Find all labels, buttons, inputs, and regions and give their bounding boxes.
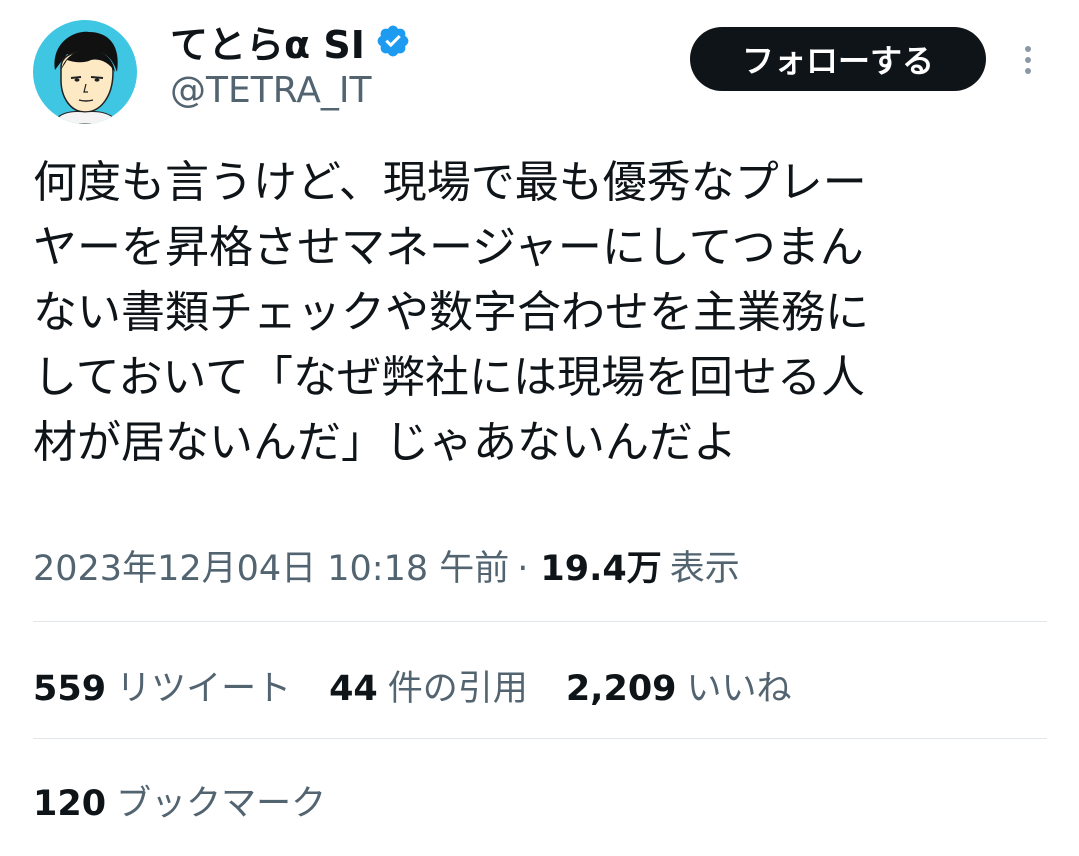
divider (33, 738, 1047, 739)
tweet-timestamp[interactable]: 2023年12月04日 10:18 午前 (33, 540, 509, 591)
views-count: 19.4万 (540, 549, 662, 589)
likes-count: 2,209 (565, 669, 677, 709)
more-options-icon[interactable] (1008, 38, 1048, 82)
quotes-stat[interactable]: 44 件の引用 (329, 660, 528, 711)
author-display-name[interactable]: てとらα SI (170, 14, 365, 69)
tweet-text-line: 何度も言うけど、現場で最も優秀なプレー (33, 157, 867, 208)
likes-stat[interactable]: 2,209 いいね (566, 660, 792, 711)
tweet-text-line: しておいて「なぜ弊社には現場を回せる人 (33, 352, 866, 403)
verified-badge-icon[interactable] (375, 23, 411, 59)
retweets-label: リツイート (116, 669, 292, 709)
more-dot (1025, 57, 1031, 63)
avatar[interactable] (33, 20, 137, 124)
quotes-label: 件の引用 (387, 669, 528, 709)
bookmarks-label: ブックマーク (116, 784, 327, 824)
more-dot (1025, 46, 1031, 52)
likes-label: いいね (686, 669, 792, 709)
engagement-stats: 559 リツイート 44 件の引用 2,209 いいね (33, 660, 830, 711)
follow-button[interactable]: フォローする (690, 27, 986, 91)
views-label: 表示 (669, 549, 740, 589)
tweet-text-line: ヤーを昇格させマネージャーにしてつまん (33, 222, 864, 273)
more-dot (1025, 68, 1031, 74)
retweets-stat[interactable]: 559 リツイート (33, 660, 291, 711)
tweet-text-line: 材が居ないんだ」じゃあないんだよ (33, 417, 737, 468)
divider (33, 621, 1047, 622)
author-name-row: てとらα SI (170, 18, 411, 67)
avatar-illustration (52, 31, 120, 124)
author-handle[interactable]: @TETRA_IT (170, 70, 372, 111)
bookmarks-stat[interactable]: 120 ブックマーク (33, 775, 326, 826)
tweet-text-line: ない書類チェックや数字合わせを主業務に (33, 287, 869, 338)
tweet-meta: 2023年12月04日 10:18 午前 · 19.4万 表示 (33, 540, 740, 591)
bookmarks-count: 120 (33, 784, 107, 824)
tweet-text: 何度も言うけど、現場で最も優秀なプレー ヤーを昇格させマネージャーにしてつまん … (33, 150, 1043, 475)
meta-separator: · (517, 549, 529, 589)
retweets-count: 559 (33, 669, 107, 709)
quotes-count: 44 (329, 669, 378, 709)
